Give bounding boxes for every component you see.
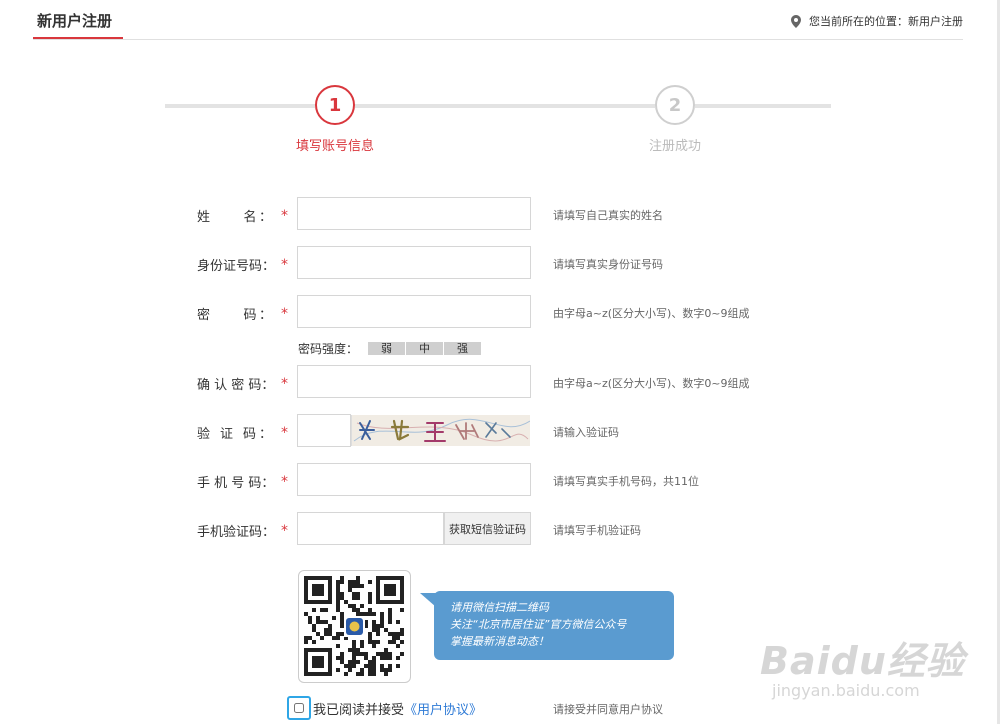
breadcrumb: 您当前所在的位置：新用户注册 <box>791 13 963 29</box>
required-mark: * <box>281 523 288 539</box>
form-row-phone: 手 机 号 码： * 请填写真实手机号码，共11位 <box>0 463 1000 497</box>
id-number-input[interactable] <box>297 246 531 279</box>
agreement-row: 我已阅读并接受 《用户协议》 <box>287 696 482 720</box>
agreement-hint: 请接受并同意用户协议 <box>553 703 663 716</box>
phone-label: 手 机 号 码： <box>197 476 275 491</box>
form-row-name: 姓 名： * 请填写自己真实的姓名 <box>0 197 1000 231</box>
form-row-sms-code: 手机验证码： * 获取短信验证码 请填写手机验证码 <box>0 512 1000 546</box>
phone-hint: 请填写真实手机号码，共11位 <box>553 475 699 488</box>
wechat-tip-bubble: 请用微信扫描二维码 关注“北京市居住证”官方微信公众号 掌握最新消息动态！ <box>420 591 674 660</box>
step-1-label: 填写账号信息 <box>296 139 375 154</box>
captcha-image[interactable] <box>351 415 530 446</box>
confirm-password-label: 确 认 密 码： <box>197 378 275 393</box>
sms-code-label: 手机验证码： <box>197 525 276 540</box>
required-mark: * <box>281 306 288 322</box>
captcha-hint: 请输入验证码 <box>553 426 619 439</box>
password-hint: 由字母a~z(区分大小写)、数字0~9组成 <box>553 307 750 320</box>
password-strength: 密码强度： 弱 中 强 <box>298 340 482 356</box>
location-text: 您当前所在的位置：新用户注册 <box>809 15 963 28</box>
location-pin-icon <box>791 14 801 28</box>
registration-page: 新用户注册 您当前所在的位置：新用户注册 1 2 填写账号信息 注册成功 姓 名… <box>0 0 1000 724</box>
required-mark: * <box>281 474 288 490</box>
step-line <box>695 104 831 108</box>
progress-steps: 1 2 填写账号信息 注册成功 <box>165 80 831 160</box>
agreement-text: 我已阅读并接受 <box>313 702 405 718</box>
sms-code-input[interactable] <box>297 512 444 545</box>
confirm-password-hint: 由字母a~z(区分大小写)、数字0~9组成 <box>553 377 750 390</box>
name-label: 姓 名： <box>197 210 272 225</box>
name-input[interactable] <box>297 197 531 230</box>
wechat-tip-line2: 关注“北京市居住证”官方微信公众号 <box>450 618 627 631</box>
strength-strong: 强 <box>444 341 482 355</box>
form-row-id-number: 身份证号码： * 请填写真实身份证号码 <box>0 246 1000 280</box>
qr-code-icon <box>304 576 404 676</box>
sms-code-hint: 请填写手机验证码 <box>553 524 641 537</box>
page-header: 新用户注册 您当前所在的位置：新用户注册 <box>33 0 963 40</box>
step-2-label: 注册成功 <box>649 139 702 154</box>
form-row-captcha: 验 证 码： * 请输入验证码 <box>0 414 1000 448</box>
wechat-tip-line1: 请用微信扫描二维码 <box>450 601 549 614</box>
page-title: 新用户注册 <box>37 12 113 30</box>
required-mark: * <box>281 425 288 441</box>
watermark-main: Baidu经验 <box>760 639 965 683</box>
id-number-hint: 请填写真实身份证号码 <box>553 258 663 271</box>
captcha-input[interactable] <box>297 414 351 447</box>
id-number-label: 身份证号码： <box>197 259 276 274</box>
required-mark: * <box>281 376 288 392</box>
captcha-noise-image <box>352 415 530 446</box>
bubble-tail <box>420 593 436 607</box>
step-line <box>165 104 315 108</box>
agreement-checkbox-focus[interactable] <box>287 696 311 720</box>
password-strength-label: 密码强度： <box>298 341 359 356</box>
step-line <box>355 104 655 108</box>
strength-weak: 弱 <box>368 341 406 355</box>
wechat-qr-code <box>298 570 411 683</box>
strength-medium: 中 <box>406 341 444 355</box>
confirm-password-input[interactable] <box>297 365 531 398</box>
phone-input[interactable] <box>297 463 531 496</box>
password-label: 密 码： <box>197 308 272 323</box>
agreement-checkbox[interactable] <box>294 703 304 713</box>
wechat-tip-line3: 掌握最新消息动态！ <box>450 635 549 648</box>
step-2-circle: 2 <box>655 85 695 125</box>
captcha-label: 验 证 码： <box>197 427 272 442</box>
title-underline <box>33 37 123 39</box>
step-1-circle: 1 <box>315 85 355 125</box>
password-input[interactable] <box>297 295 531 328</box>
name-hint: 请填写自己真实的姓名 <box>553 209 663 222</box>
form-row-password: 密 码： * 由字母a~z(区分大小写)、数字0~9组成 <box>0 295 1000 329</box>
user-agreement-link[interactable]: 《用户协议》 <box>404 699 482 718</box>
baidu-watermark: Baidu经验 jingyan.baidu.com <box>760 630 965 700</box>
required-mark: * <box>281 208 288 224</box>
required-mark: * <box>281 257 288 273</box>
form-row-confirm-password: 确 认 密 码： * 由字母a~z(区分大小写)、数字0~9组成 <box>0 365 1000 399</box>
get-sms-code-button[interactable]: 获取短信验证码 <box>444 512 531 545</box>
